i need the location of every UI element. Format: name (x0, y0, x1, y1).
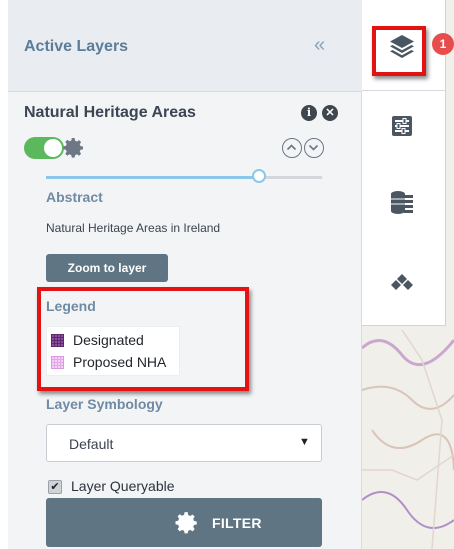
database-list-icon (391, 191, 413, 214)
abstract-heading: Abstract (46, 189, 103, 205)
remove-layer-icon[interactable]: ✕ (322, 105, 338, 121)
diamond-stack-icon (391, 274, 413, 290)
chevron-up-icon (286, 144, 297, 151)
layer-name: Natural Heritage Areas (24, 104, 196, 121)
opacity-slider[interactable] (46, 169, 322, 183)
layer-controls-button[interactable] (376, 100, 428, 152)
move-layer-down-button[interactable] (304, 138, 324, 158)
sliders-icon (392, 116, 412, 136)
data-catalog-button[interactable] (376, 176, 428, 228)
opacity-slider-handle[interactable] (252, 169, 266, 183)
legend-highlight-frame (37, 287, 249, 391)
double-chevron-left-icon: « (314, 34, 326, 56)
filter-button-label: FILTER (212, 515, 262, 531)
layer-queryable-checkbox[interactable]: ✔ (48, 480, 62, 494)
layers-button-highlight-frame (372, 26, 426, 76)
filter-button[interactable]: FILTER (46, 498, 322, 547)
active-layers-panel: Active Layers « Natural Heritage Areas i… (8, 0, 362, 549)
symbology-select-value: Default (69, 436, 114, 452)
layer-symbology-heading: Layer Symbology (46, 396, 163, 412)
abstract-text: Natural Heritage Areas in Ireland (46, 221, 221, 235)
layer-visibility-toggle[interactable] (24, 137, 64, 159)
collapse-panel-button[interactable]: « (314, 34, 325, 57)
chevron-down-icon (308, 144, 319, 151)
symbology-select[interactable]: Default ▼ (46, 424, 322, 462)
opacity-slider-fill (46, 176, 259, 179)
active-layers-count-badge: 1 (432, 33, 454, 55)
panel-header: Active Layers « (8, 0, 362, 92)
move-layer-up-button[interactable] (282, 138, 302, 158)
layer-settings-gear-icon[interactable] (62, 136, 86, 160)
info-icon[interactable]: i (301, 105, 317, 121)
toolbar-divider (362, 90, 446, 91)
panel-title: Active Layers (24, 38, 129, 55)
gear-icon (175, 512, 197, 534)
toggle-knob (44, 139, 62, 157)
layer-queryable-label: Layer Queryable (71, 478, 175, 494)
base-maps-button[interactable] (376, 256, 428, 308)
zoom-to-layer-button[interactable]: Zoom to layer (46, 254, 168, 282)
caret-down-icon: ▼ (299, 436, 310, 448)
